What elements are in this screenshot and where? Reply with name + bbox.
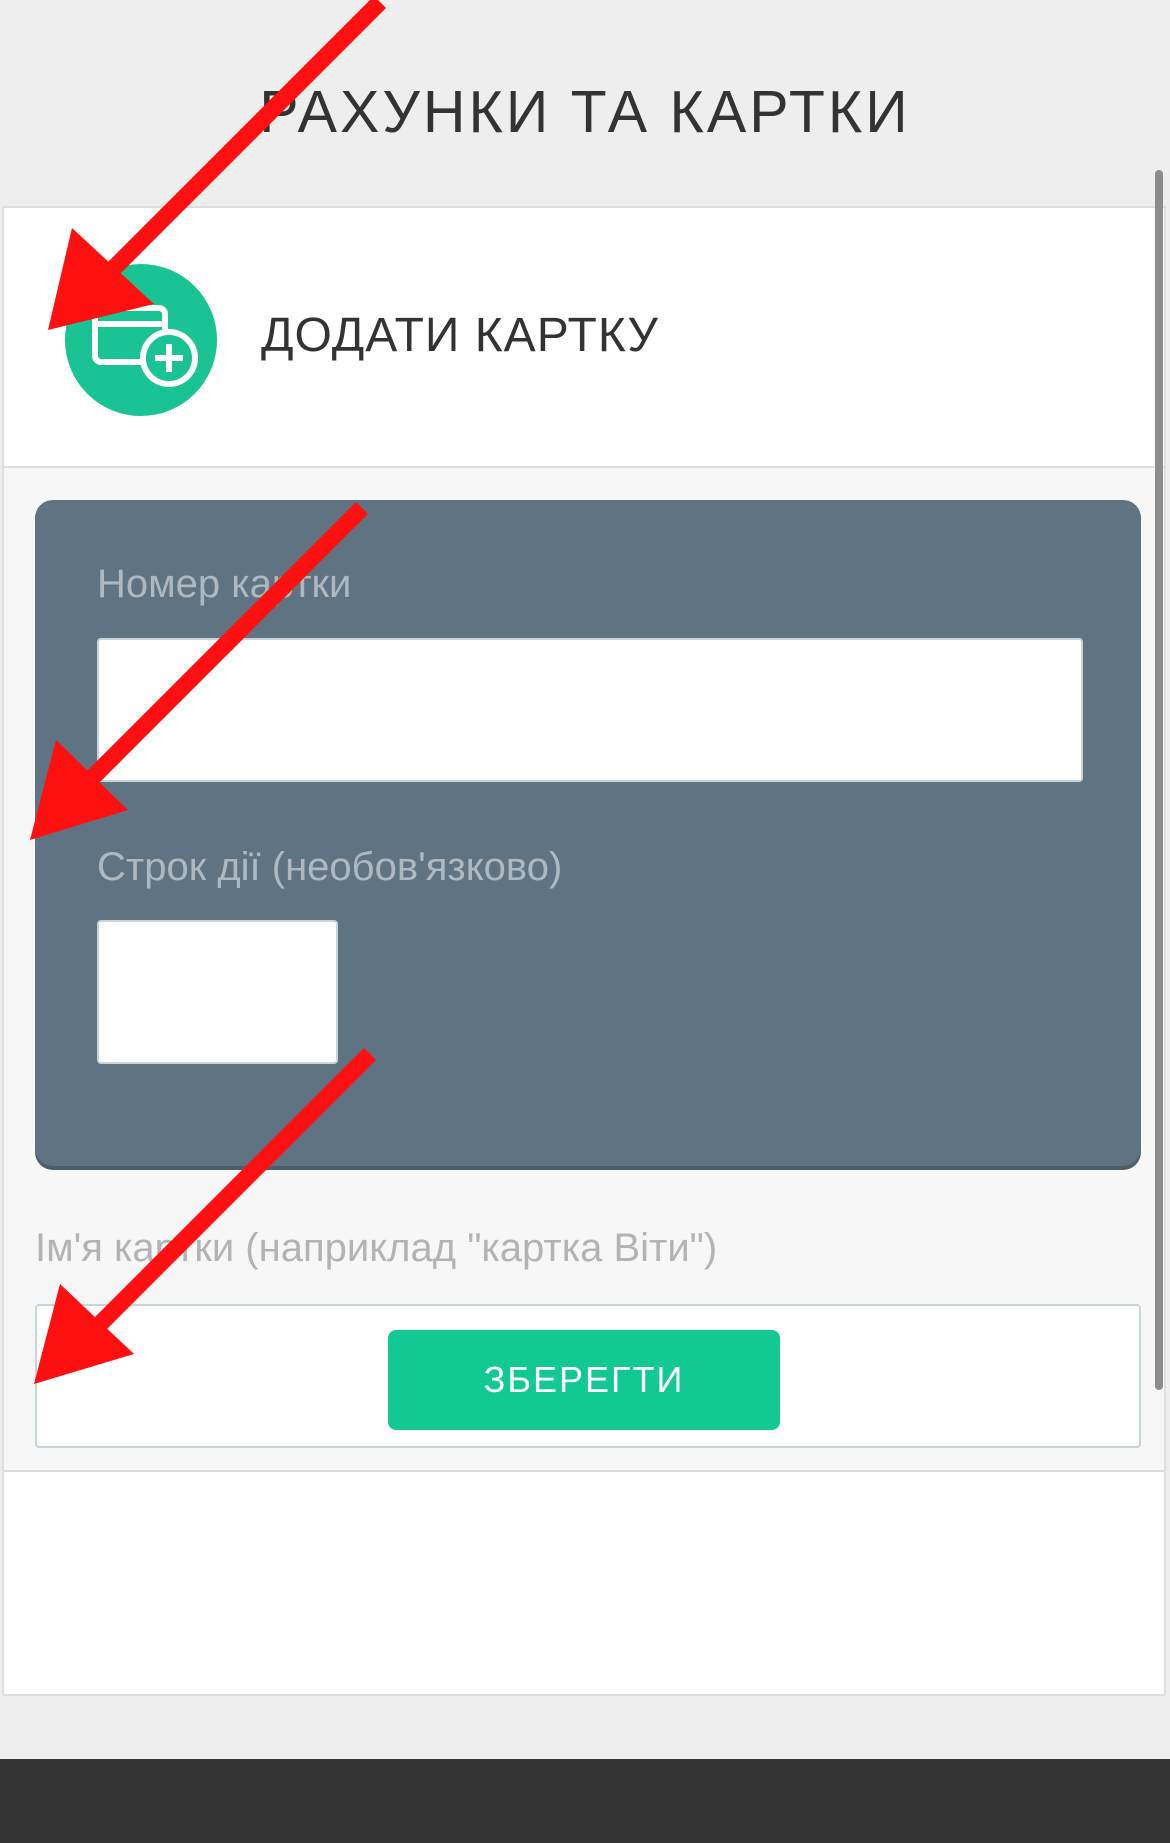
card-number-label: Номер картки [97, 562, 352, 606]
card-details-box: Номер картки Строк дії (необов'язково) [35, 500, 1141, 1166]
card-number-input[interactable] [97, 638, 1083, 782]
card-name-label: Ім'я картки (наприклад "картка Віти") [35, 1226, 718, 1270]
save-button[interactable]: ЗБЕРЕГТИ [388, 1330, 780, 1430]
expiry-label: Строк дії (необов'язково) [97, 845, 563, 889]
expiry-input[interactable] [97, 920, 338, 1064]
scrollbar[interactable] [1155, 170, 1163, 1390]
add-card-row[interactable]: ДОДАТИ КАРТКУ [4, 208, 1164, 468]
card-form-area: Номер картки Строк дії (необов'язково) І… [4, 468, 1164, 1472]
add-card-icon[interactable] [65, 264, 217, 416]
add-card-panel: ДОДАТИ КАРТКУ Номер картки Строк дії (не… [2, 206, 1166, 1696]
bottom-bar [0, 1759, 1170, 1843]
add-card-label[interactable]: ДОДАТИ КАРТКУ [261, 308, 659, 363]
page-title: РАХУНКИ ТА КАРТКИ [259, 79, 911, 145]
